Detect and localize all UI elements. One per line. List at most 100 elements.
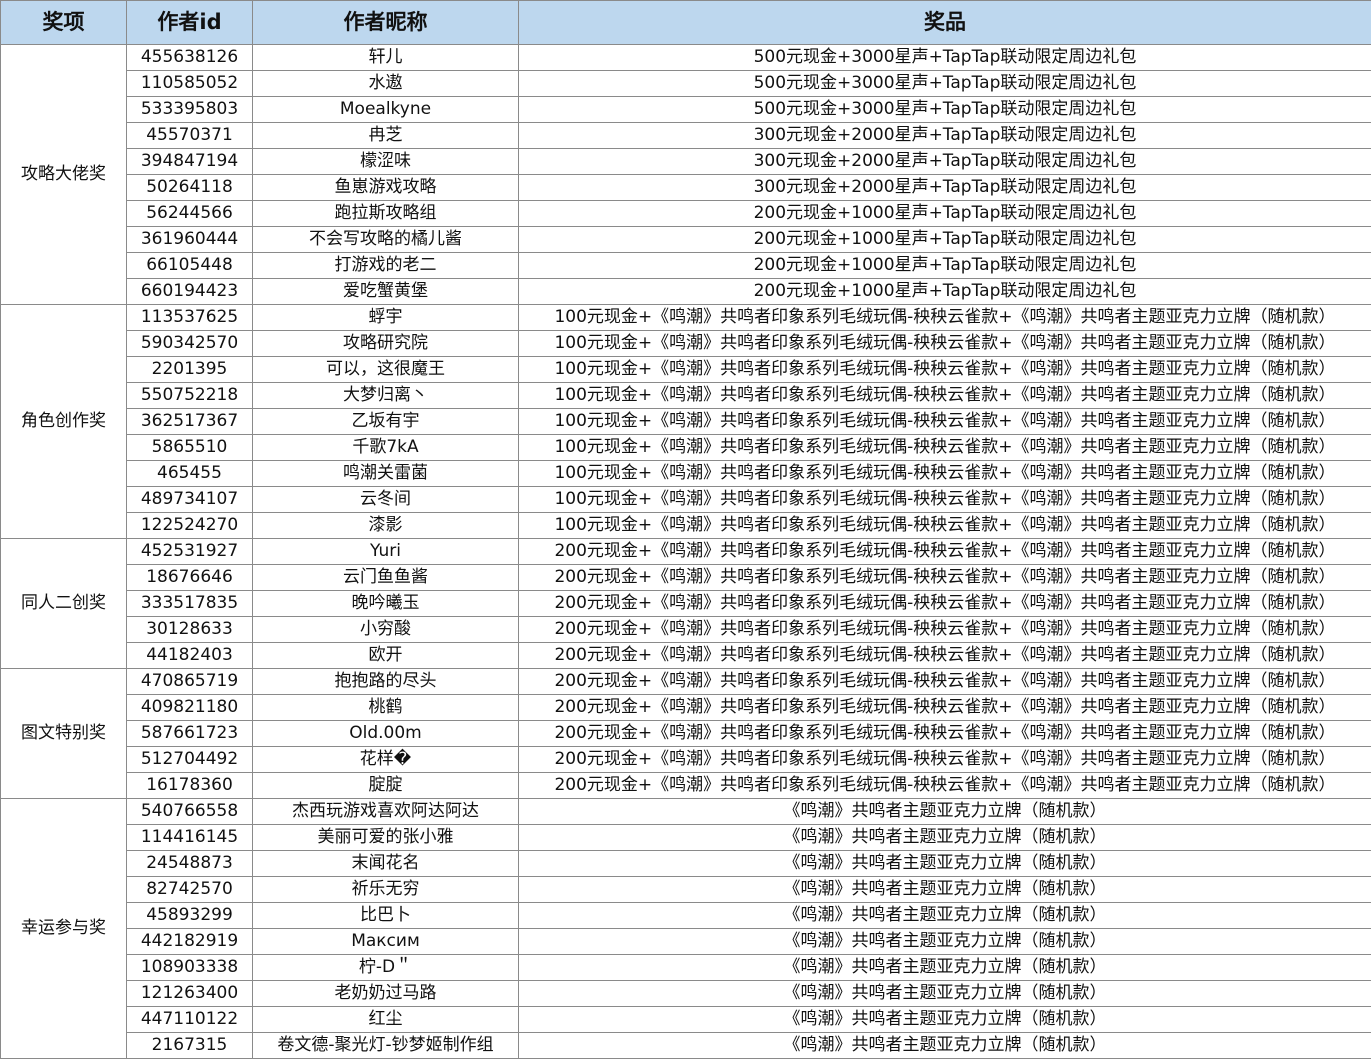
award-name-cell: 角色创作奖	[0, 304, 127, 539]
prize-cell: 200元现金+《鸣潮》共鸣者印象系列毛绒玩偶-秧秧云雀款+《鸣潮》共鸣者主题亚克…	[518, 616, 1371, 643]
prize-cell: 《鸣潮》共鸣者主题亚克力立牌（随机款）	[518, 824, 1371, 851]
table-row: 攻略大佬奖 455638126 轩儿 500元现金+3000星声+TapTap联动限定…	[0, 44, 1371, 305]
author-id-cell: 114416145	[126, 824, 253, 851]
prize-cell: 500元现金+3000星声+TapTap联动限定周边礼包	[518, 96, 1371, 123]
author-id-cell: 362517367	[126, 408, 253, 435]
prize-cell: 300元现金+2000星声+TapTap联动限定周边礼包	[518, 174, 1371, 201]
author-id-cell: 108903338	[126, 954, 253, 981]
nickname-cell: 不会写攻略的橘儿酱	[252, 226, 519, 253]
table-row: 489734107 云冬间 100元现金+《鸣潮》共鸣者印象系列毛绒玩偶-秧秧云雀款…	[1, 486, 1371, 513]
prize-cell: 100元现金+《鸣潮》共鸣者印象系列毛绒玩偶-秧秧云雀款+《鸣潮》共鸣者主题亚克…	[518, 356, 1371, 383]
table-row: 45570371 冉芝 300元现金+2000星声+TapTap联动限定周边礼包	[1, 122, 1371, 149]
nickname-cell: 可以，这很魔王	[252, 356, 519, 383]
nickname-cell: 腚腚	[252, 772, 519, 799]
award-name-cell: 攻略大佬奖	[0, 44, 127, 305]
author-id-cell: 361960444	[126, 226, 253, 253]
prize-cell: 100元现金+《鸣潮》共鸣者印象系列毛绒玩偶-秧秧云雀款+《鸣潮》共鸣者主题亚克…	[518, 304, 1371, 331]
author-id-cell: 590342570	[126, 330, 253, 357]
table-row: 图文特别奖 470865719 抱抱路的尽头 200元现金+《鸣潮》共鸣者印象系列毛绒…	[0, 668, 1371, 799]
nickname-cell: 千歌7kA	[252, 434, 519, 461]
table-row: 18676646 云门鱼鱼酱 200元现金+《鸣潮》共鸣者印象系列毛绒玩偶-秧秧云雀…	[1, 564, 1371, 591]
nickname-cell: Moealkyne	[252, 96, 519, 123]
author-id-cell: 394847194	[126, 148, 253, 175]
nickname-cell: 漆影	[252, 512, 519, 539]
author-id-cell: 2167315	[126, 1032, 253, 1059]
nickname-cell: 欧开	[252, 642, 519, 669]
prize-cell: 200元现金+1000星声+TapTap联动限定周边礼包	[518, 200, 1371, 227]
table-row: 56244566 跑拉斯攻略组 200元现金+1000星声+TapTap联动限定周边…	[1, 200, 1371, 227]
table-row: 587661723 Old.00m 200元现金+《鸣潮》共鸣者印象系列毛绒玩偶-秧…	[1, 720, 1371, 747]
nickname-cell: 桃鹤	[252, 694, 519, 721]
table-row: 362517367 乙坂有宇 100元现金+《鸣潮》共鸣者印象系列毛绒玩偶-秧秧云雀…	[1, 408, 1371, 435]
prize-cell: 100元现金+《鸣潮》共鸣者印象系列毛绒玩偶-秧秧云雀款+《鸣潮》共鸣者主题亚克…	[518, 382, 1371, 409]
author-id-cell: 533395803	[126, 96, 253, 123]
nickname-cell: 檬涩味	[252, 148, 519, 175]
prize-cell: 200元现金+《鸣潮》共鸣者印象系列毛绒玩偶-秧秧云雀款+《鸣潮》共鸣者主题亚克…	[518, 668, 1371, 695]
prize-cell: 100元现金+《鸣潮》共鸣者印象系列毛绒玩偶-秧秧云雀款+《鸣潮》共鸣者主题亚克…	[518, 460, 1371, 487]
table-row: 447110122 红尘 《鸣潮》共鸣者主题亚克力立牌（随机款）	[1, 1006, 1371, 1033]
prize-cell: 100元现金+《鸣潮》共鸣者印象系列毛绒玩偶-秧秧云雀款+《鸣潮》共鸣者主题亚克…	[518, 330, 1371, 357]
prize-cell: 《鸣潮》共鸣者主题亚克力立牌（随机款）	[518, 1032, 1371, 1059]
prize-cell: 200元现金+《鸣潮》共鸣者印象系列毛绒玩偶-秧秧云雀款+《鸣潮》共鸣者主题亚克…	[518, 746, 1371, 773]
author-id-cell: 24548873	[126, 850, 253, 877]
author-id-cell: 66105448	[126, 252, 253, 279]
prize-cell: 200元现金+《鸣潮》共鸣者印象系列毛绒玩偶-秧秧云雀款+《鸣潮》共鸣者主题亚克…	[518, 694, 1371, 721]
nickname-cell: 晚吟曦玉	[252, 590, 519, 617]
nickname-cell: 打游戏的老二	[252, 252, 519, 279]
nickname-cell: 乙坂有宇	[252, 408, 519, 435]
award-name-cell: 图文特别奖	[0, 668, 127, 799]
table-row: 121263400 老奶奶过马路 《鸣潮》共鸣者主题亚克力立牌（随机款）	[1, 980, 1371, 1007]
nickname-cell: 老奶奶过马路	[252, 980, 519, 1007]
prize-cell: 100元现金+《鸣潮》共鸣者印象系列毛绒玩偶-秧秧云雀款+《鸣潮》共鸣者主题亚克…	[518, 408, 1371, 435]
nickname-cell: 鸣潮关雷菌	[252, 460, 519, 487]
nickname-cell: 跑拉斯攻略组	[252, 200, 519, 227]
author-id-cell: 660194423	[126, 278, 253, 305]
prize-cell: 200元现金+《鸣潮》共鸣者印象系列毛绒玩偶-秧秧云雀款+《鸣潮》共鸣者主题亚克…	[518, 590, 1371, 617]
table-row: 24548873 末闻花名 《鸣潮》共鸣者主题亚克力立牌（随机款）	[1, 850, 1371, 877]
author-id-cell: 16178360	[126, 772, 253, 799]
nickname-cell: 祈乐无穷	[252, 876, 519, 903]
table-row: 2167315 卷文德-聚光灯-钞梦姬制作组 《鸣潮》共鸣者主题亚克力立牌（随机款）	[1, 1032, 1371, 1059]
table-row: 45893299 比巴卜 《鸣潮》共鸣者主题亚克力立牌（随机款）	[1, 902, 1371, 929]
author-id-cell: 44182403	[126, 642, 253, 669]
header-row: 奖项 作者id 作者昵称 奖品	[0, 0, 1371, 45]
table-row: 幸运参与奖 540766558 杰西玩游戏喜欢阿达阿达 《鸣潮》共鸣者主题亚克力立牌（…	[0, 798, 1371, 1059]
author-id-cell: 45570371	[126, 122, 253, 149]
author-id-cell: 540766558	[126, 798, 253, 825]
prize-cell: 200元现金+《鸣潮》共鸣者印象系列毛绒玩偶-秧秧云雀款+《鸣潮》共鸣者主题亚克…	[518, 772, 1371, 799]
author-id-cell: 470865719	[126, 668, 253, 695]
nickname-cell: 水遨	[252, 70, 519, 97]
prize-cell: 100元现金+《鸣潮》共鸣者印象系列毛绒玩偶-秧秧云雀款+《鸣潮》共鸣者主题亚克…	[518, 512, 1371, 539]
nickname-cell: 比巴卜	[252, 902, 519, 929]
prize-cell: 《鸣潮》共鸣者主题亚克力立牌（随机款）	[518, 1006, 1371, 1033]
nickname-cell: 云门鱼鱼酱	[252, 564, 519, 591]
prize-cell: 300元现金+2000星声+TapTap联动限定周边礼包	[518, 122, 1371, 149]
nickname-cell: 美丽可爱的张小雅	[252, 824, 519, 851]
prize-cell: 200元现金+《鸣潮》共鸣者印象系列毛绒玩偶-秧秧云雀款+《鸣潮》共鸣者主题亚克…	[518, 720, 1371, 747]
table-row: 110585052 水遨 500元现金+3000星声+TapTap联动限定周边礼包	[1, 70, 1371, 97]
table-row: 394847194 檬涩味 300元现金+2000星声+TapTap联动限定周边礼包	[1, 148, 1371, 175]
author-id-cell: 409821180	[126, 694, 253, 721]
author-id-cell: 587661723	[126, 720, 253, 747]
prize-cell: 200元现金+《鸣潮》共鸣者印象系列毛绒玩偶-秧秧云雀款+《鸣潮》共鸣者主题亚克…	[518, 642, 1371, 669]
author-id-cell: 121263400	[126, 980, 253, 1007]
prize-cell: 200元现金+《鸣潮》共鸣者印象系列毛绒玩偶-秧秧云雀款+《鸣潮》共鸣者主题亚克…	[518, 564, 1371, 591]
author-id-cell: 5865510	[126, 434, 253, 461]
table-row: 512704492 花样� 200元现金+《鸣潮》共鸣者印象系列毛绒玩偶-秧秧云雀款…	[1, 746, 1371, 773]
nickname-cell: 大梦归离丶	[252, 382, 519, 409]
author-id-cell: 452531927	[126, 538, 253, 565]
nickname-cell: 云冬间	[252, 486, 519, 513]
author-id-cell: 50264118	[126, 174, 253, 201]
nickname-cell: 蜉宇	[252, 304, 519, 331]
nickname-cell: 末闻花名	[252, 850, 519, 877]
table-row: 角色创作奖 113537625 蜉宇 100元现金+《鸣潮》共鸣者印象系列毛绒玩偶-秧…	[0, 304, 1371, 539]
nickname-cell: 卷文德-聚光灯-钞梦姬制作组	[252, 1032, 519, 1059]
prize-cell: 500元现金+3000星声+TapTap联动限定周边礼包	[518, 44, 1371, 71]
table-row: 361960444 不会写攻略的橘儿酱 200元现金+1000星声+TapTap联动…	[1, 226, 1371, 253]
table-row: 333517835 晚吟曦玉 200元现金+《鸣潮》共鸣者印象系列毛绒玩偶-秧秧云雀…	[1, 590, 1371, 617]
table-row: 409821180 桃鹤 200元现金+《鸣潮》共鸣者印象系列毛绒玩偶-秧秧云雀款+…	[1, 694, 1371, 721]
table-row: 同人二创奖 452531927 Yuri 200元现金+《鸣潮》共鸣者印象系列毛绒玩偶…	[0, 538, 1371, 669]
awards-table: 奖项 作者id 作者昵称 奖品 攻略大佬奖 455638126 轩儿 500元现金+3…	[0, 0, 1371, 1059]
prize-cell: 200元现金+1000星声+TapTap联动限定周边礼包	[518, 252, 1371, 279]
table-row: 44182403 欧开 200元现金+《鸣潮》共鸣者印象系列毛绒玩偶-秧秧云雀款+《…	[1, 642, 1371, 669]
